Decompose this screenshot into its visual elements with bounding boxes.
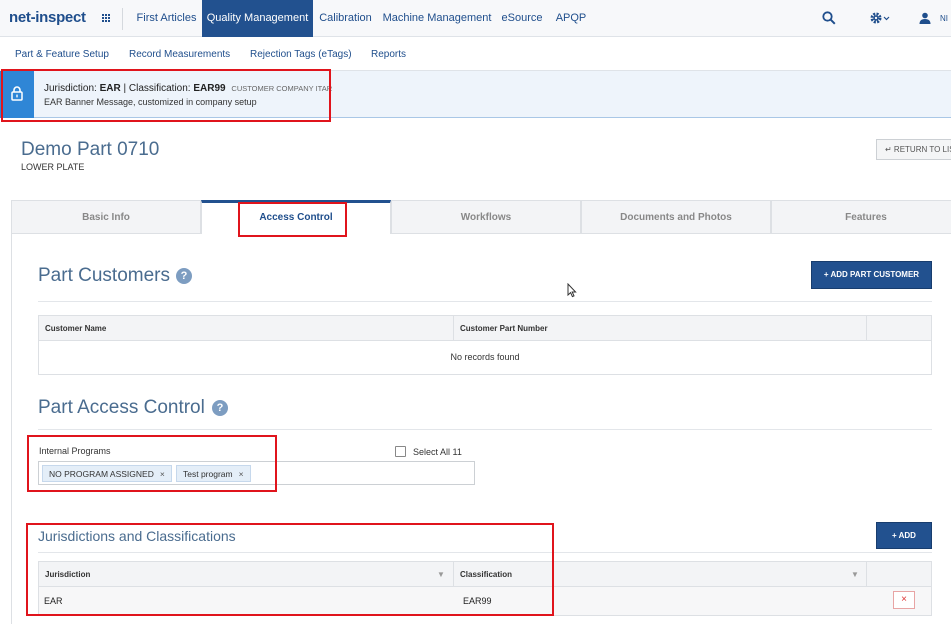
column-header-customer-part-number[interactable]: Customer Part Number	[454, 316, 867, 341]
section-divider	[38, 301, 932, 302]
subnav-rejection-tags[interactable]: Rejection Tags (eTags)	[250, 49, 352, 60]
internal-programs-multiselect[interactable]: NO PROGRAM ASSIGNED × Test program ×	[38, 461, 475, 485]
classification-label: Classification:	[128, 83, 191, 94]
tab-workflows[interactable]: Workflows	[391, 200, 581, 234]
nav-calibration[interactable]: Calibration	[313, 0, 378, 37]
tab-features[interactable]: Features	[771, 200, 951, 234]
banner-message: EAR Banner Message, customized in compan…	[44, 97, 257, 107]
help-icon[interactable]: ?	[176, 268, 192, 284]
select-all-checkbox[interactable]	[395, 446, 406, 457]
jurisdictions-title: Jurisdictions and Classifications	[38, 528, 236, 544]
classification-value: EAR99	[193, 83, 226, 94]
nav-apqp[interactable]: APQP	[548, 0, 594, 37]
jurisdiction-value: EAR	[99, 83, 121, 94]
select-all-label[interactable]: Select All 11	[413, 447, 462, 457]
top-nav: net-inspect First Articles Quality Manag…	[0, 0, 951, 37]
add-jurisdiction-button[interactable]: + ADD	[876, 522, 932, 549]
jurisdictions-table: Jurisdiction ▼ Classification ▼	[38, 561, 932, 616]
nav-first-articles[interactable]: First Articles	[131, 0, 202, 37]
jurisdiction-label: Jurisdiction:	[44, 83, 97, 94]
part-subtitle: LOWER PLATE	[21, 162, 85, 172]
table-header: Jurisdiction ▼ Classification ▼	[39, 562, 931, 587]
internal-programs-label: Internal Programs	[39, 446, 111, 456]
app-logo[interactable]: net-inspect	[9, 9, 86, 26]
nav-esource[interactable]: eSource	[496, 0, 548, 37]
chip-label: Test program	[183, 469, 233, 479]
empty-state-text: No records found	[450, 352, 520, 362]
sub-nav: Part & Feature Setup Record Measurements…	[0, 37, 951, 71]
user-icon[interactable]	[919, 12, 931, 24]
part-customers-title: Part Customers	[38, 265, 170, 286]
return-to-list-button[interactable]: ↵ RETURN TO LIST	[876, 139, 951, 160]
subnav-reports[interactable]: Reports	[371, 49, 406, 60]
tab-access-control[interactable]: Access Control	[201, 200, 391, 234]
apps-grid-icon[interactable]	[102, 14, 110, 22]
app-root: net-inspect First Articles Quality Manag…	[0, 0, 951, 624]
banner-icon-box	[0, 71, 34, 118]
banner-tag: CUSTOMER COMPANY ITAR	[231, 84, 333, 93]
help-icon[interactable]: ?	[212, 400, 228, 416]
tab-basic-info[interactable]: Basic Info	[11, 200, 201, 234]
section-divider	[38, 429, 932, 430]
tab-bar: Basic Info Access Control Workflows Docu…	[11, 200, 951, 234]
delete-row-button[interactable]: ×	[893, 591, 915, 609]
nav-machine-management[interactable]: Machine Management	[378, 0, 496, 37]
column-header-jurisdiction[interactable]: Jurisdiction	[39, 562, 454, 587]
search-icon[interactable]	[822, 11, 836, 25]
classification-banner: Jurisdiction: EAR | Classification: EAR9…	[0, 71, 951, 118]
user-initials[interactable]: NI	[940, 14, 948, 23]
nav-quality-management[interactable]: Quality Management	[202, 0, 313, 37]
program-chip[interactable]: Test program ×	[176, 465, 251, 482]
tab-documents-photos[interactable]: Documents and Photos	[581, 200, 771, 234]
table-header: Customer Name Customer Part Number	[39, 316, 931, 341]
row-classification: EAR99	[463, 596, 492, 606]
filter-icon[interactable]: ▼	[437, 570, 445, 579]
filter-icon[interactable]: ▼	[851, 570, 859, 579]
banner-classification-line: Jurisdiction: EAR | Classification: EAR9…	[44, 83, 332, 94]
part-access-control-title: Part Access Control	[38, 397, 205, 418]
row-jurisdiction: EAR	[44, 596, 63, 606]
page-title: Demo Part 0710	[21, 139, 160, 160]
part-customers-table: Customer Name Customer Part Number No re…	[38, 315, 932, 375]
lock-icon	[11, 86, 23, 101]
subnav-record-measurements[interactable]: Record Measurements	[129, 49, 230, 60]
mouse-cursor-icon	[567, 283, 577, 298]
column-label: Jurisdiction	[45, 570, 91, 579]
nav-divider	[122, 8, 123, 30]
column-header-classification[interactable]: Classification	[454, 562, 867, 587]
column-label: Classification	[460, 570, 513, 579]
subnav-part-feature-setup[interactable]: Part & Feature Setup	[15, 49, 109, 60]
remove-chip-icon[interactable]: ×	[160, 469, 165, 479]
section-divider	[38, 552, 932, 553]
chip-label: NO PROGRAM ASSIGNED	[49, 469, 154, 479]
remove-chip-icon[interactable]: ×	[239, 469, 244, 479]
gear-icon[interactable]	[869, 11, 891, 25]
program-chip[interactable]: NO PROGRAM ASSIGNED ×	[42, 465, 172, 482]
column-header-customer-name[interactable]: Customer Name	[39, 316, 454, 341]
add-part-customer-button[interactable]: + ADD PART CUSTOMER	[811, 261, 932, 289]
